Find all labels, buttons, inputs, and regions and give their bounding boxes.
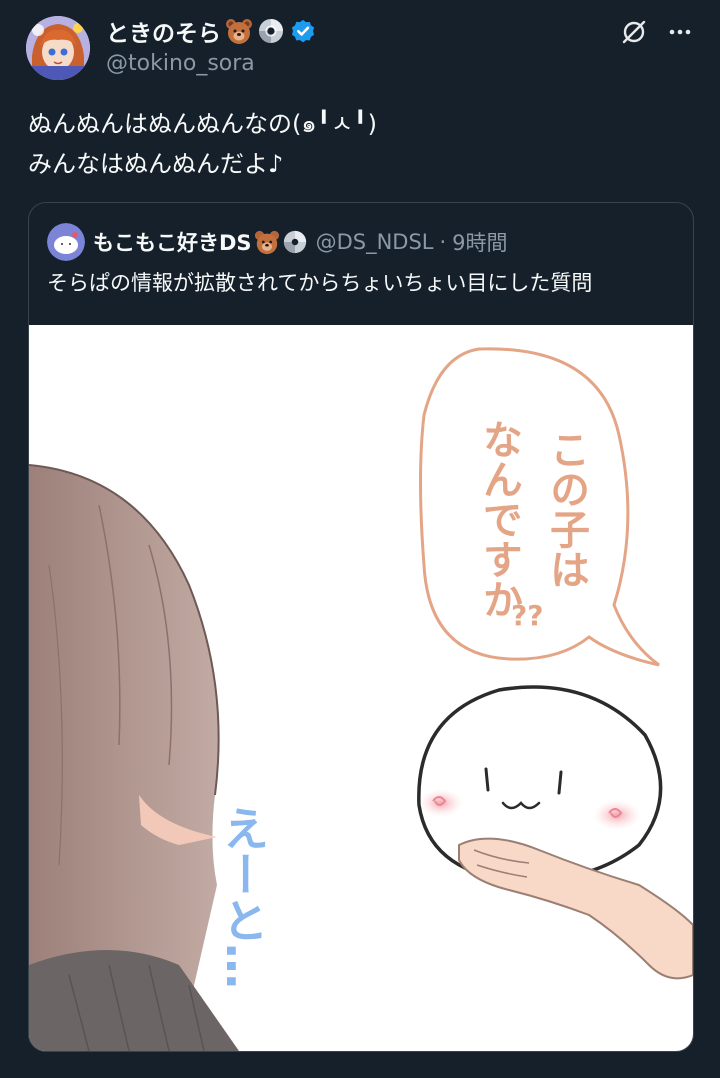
quote-timestamp[interactable]: 9時間: [452, 227, 507, 257]
quote-display-name[interactable]: もこもこ好きDS: [93, 227, 252, 257]
girl-figure: [29, 464, 239, 1051]
verified-badge-icon: [289, 17, 317, 45]
speech-bubble: この子は なんですか ??: [419, 347, 660, 667]
author-name-text: ときのそら: [106, 21, 221, 47]
quote-avatar-illustration: [47, 223, 85, 261]
author-display-name[interactable]: ときのそら: [106, 14, 317, 48]
bear-emoji-icon: [254, 229, 280, 255]
illustration: この子は なんですか ?? えーと…: [29, 347, 693, 1051]
author-username[interactable]: @tokino_sora: [106, 51, 255, 76]
grok-icon: [622, 20, 646, 44]
bear-emoji-icon: [225, 17, 253, 45]
quote-header: もこもこ好きDS @DS_NDSL · 9時間: [93, 225, 508, 259]
more-options-button[interactable]: [662, 14, 698, 50]
tweet-text-line-1: ぬんぬんはぬんぬんなの(๑╹ㅅ╹): [28, 110, 377, 138]
more-options-icon: [669, 29, 691, 35]
grok-button[interactable]: [616, 14, 652, 50]
side-text: えーと…: [216, 805, 270, 989]
bubble-text-line-3: ??: [511, 599, 543, 632]
disc-emoji-icon: [257, 17, 285, 45]
bubble-text-line-1: この子は: [543, 429, 589, 589]
tweet-text-line-2: みんなはぬんぬんだよ♪: [28, 150, 284, 178]
quote-author-avatar[interactable]: [47, 223, 85, 261]
author-avatar[interactable]: [26, 16, 90, 80]
tweet-text: ぬんぬんはぬんぬんなの(๑╹ㅅ╹) みんなはぬんぬんだよ♪: [28, 104, 688, 184]
disc-emoji-icon: [282, 229, 308, 255]
quote-separator: ·: [439, 230, 447, 254]
quote-username[interactable]: @DS_NDSL: [316, 230, 434, 254]
quote-attached-image[interactable]: この子は なんですか ?? えーと…: [29, 325, 693, 1051]
quote-text: そらぱの情報が拡散されてからちょいちょい目にした質問: [47, 271, 593, 295]
tweet-page: ときのそら @tokino_sora ぬんぬんはぬんぬんなの(๑╹ㅅ╹) みんな…: [0, 0, 720, 1078]
bubble-text-line-2: なんですか: [476, 419, 522, 619]
avatar-illustration: [26, 16, 90, 80]
quoted-tweet-card[interactable]: もこもこ好きDS @DS_NDSL · 9時間 そらぱの情報が拡散されてからちょ…: [28, 202, 694, 1052]
